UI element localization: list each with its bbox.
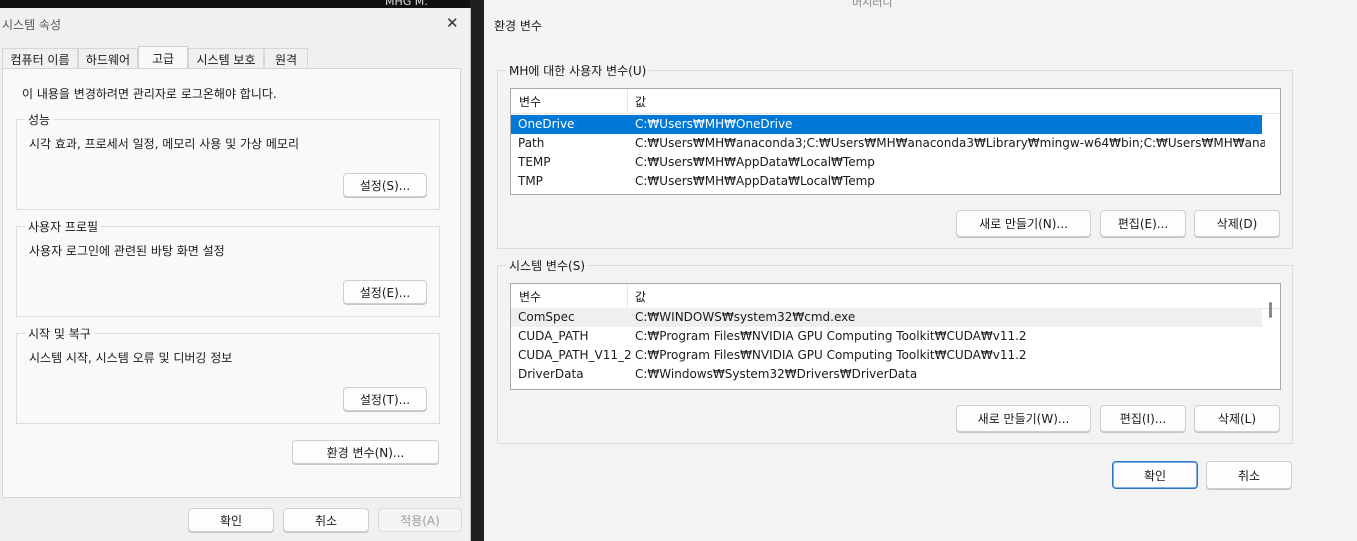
env-dialog-title: 환경 변수 [494, 19, 542, 33]
system-variables-title: 시스템 변수(S) [506, 257, 588, 274]
user-profile-settings-button[interactable]: 설정(E)... [343, 280, 427, 304]
dialog-title: 시스템 속성 [2, 18, 62, 32]
list-header: 변수 값 [511, 89, 1280, 114]
environment-variables-button[interactable]: 환경 변수(N)... [292, 440, 439, 464]
var-name: CUDA_PATH [518, 329, 589, 343]
var-value: C:₩Program Files₩NVIDIA GPU Computing To… [635, 329, 1027, 343]
table-row[interactable]: CUDA_PATH C:₩Program Files₩NVIDIA GPU Co… [511, 327, 1262, 346]
startup-recovery-desc: 시스템 시작, 시스템 오류 및 디버깅 정보 [29, 351, 233, 365]
user-delete-button[interactable]: 삭제(D) [1194, 210, 1280, 237]
col-value-header[interactable]: 값 [635, 93, 646, 110]
startup-settings-button[interactable]: 설정(T)... [343, 387, 427, 411]
user-profile-desc: 사용자 로그인에 관련된 바탕 화면 설정 [29, 244, 225, 258]
user-edit-button[interactable]: 편집(E)... [1100, 210, 1186, 237]
var-value: C:₩Users₩MH₩OneDrive [635, 117, 793, 131]
performance-title: 성능 [25, 111, 54, 128]
system-edit-button[interactable]: 편집(I)... [1100, 405, 1186, 432]
tab-remote[interactable]: 원격 [264, 48, 308, 69]
col-variable-header[interactable]: 변수 [519, 288, 541, 305]
var-value: C:₩Users₩MH₩AppData₩Local₩Temp [635, 155, 875, 169]
var-value: C:₩Users₩MH₩AppData₩Local₩Temp [635, 174, 875, 188]
col-variable-header[interactable]: 변수 [519, 93, 541, 110]
var-value: C:₩Program Files₩NVIDIA GPU Computing To… [635, 348, 1027, 362]
admin-notice: 이 내용을 변경하려면 관리자로 로그온해야 합니다. [22, 87, 277, 101]
env-ok-button[interactable]: 확인 [1112, 461, 1198, 489]
startup-recovery-title: 시작 및 복구 [25, 325, 94, 342]
table-row[interactable]: TMP C:₩Users₩MH₩AppData₩Local₩Temp [511, 172, 1280, 191]
env-cancel-button[interactable]: 취소 [1206, 461, 1292, 489]
table-row[interactable]: OneDrive C:₩Users₩MH₩OneDrive [511, 115, 1262, 134]
var-value: C:₩Users₩MH₩anaconda3;C:₩Users₩MH₩anacon… [635, 136, 1265, 150]
table-row[interactable]: ComSpec C:₩WINDOWS₩system32₩cmd.exe [511, 308, 1262, 327]
list-header: 변수 값 [511, 284, 1280, 309]
table-row[interactable]: TEMP C:₩Users₩MH₩AppData₩Local₩Temp [511, 153, 1280, 172]
var-name: TMP [518, 174, 543, 188]
var-value: C:₩Windows₩System32₩Drivers₩DriverData [635, 367, 918, 381]
var-name: TEMP [518, 155, 551, 169]
var-name: OneDrive [518, 117, 575, 131]
user-new-button[interactable]: 새로 만들기(N)... [956, 210, 1091, 237]
var-name: DriverData [518, 367, 584, 381]
background-text: MHG M. [385, 0, 428, 8]
table-row[interactable]: DriverData C:₩Windows₩System32₩Drivers₩D… [511, 365, 1262, 384]
performance-settings-button[interactable]: 설정(S)... [343, 173, 427, 197]
var-name: CUDA_PATH_V11_2 [518, 348, 632, 362]
dialog-titlebar: 시스템 속성 ✕ [0, 8, 470, 38]
background-right-strip: 머시러니 [484, 0, 1357, 9]
close-icon[interactable]: ✕ [446, 14, 459, 32]
scrollbar-thumb[interactable] [1269, 302, 1272, 318]
user-variables-list[interactable]: 변수 값 OneDrive C:₩Users₩MH₩OneDrive Path … [510, 88, 1281, 195]
var-name: ComSpec [518, 310, 575, 324]
background-top-strip: MHG M. [0, 0, 470, 8]
user-variables-title: MH에 대한 사용자 변수(U) [506, 62, 650, 79]
tab-system-protection[interactable]: 시스템 보호 [188, 48, 264, 69]
background-window [470, 0, 484, 541]
table-row[interactable]: CUDA_PATH_V11_2 C:₩Program Files₩NVIDIA … [511, 346, 1262, 365]
var-name: Path [518, 136, 545, 150]
var-value: C:₩WINDOWS₩system32₩cmd.exe [635, 310, 856, 324]
system-variables-list[interactable]: 변수 값 ComSpec C:₩WINDOWS₩system32₩cmd.exe… [510, 283, 1281, 390]
system-new-button[interactable]: 새로 만들기(W)... [956, 405, 1091, 432]
performance-desc: 시각 효과, 프로세서 일정, 메모리 사용 및 가상 메모리 [29, 137, 299, 151]
system-delete-button[interactable]: 삭제(L) [1194, 405, 1280, 432]
tab-computer-name[interactable]: 컴퓨터 이름 [2, 48, 78, 69]
ok-button[interactable]: 확인 [188, 508, 274, 532]
cancel-button[interactable]: 취소 [283, 508, 369, 532]
table-row[interactable]: Path C:₩Users₩MH₩anaconda3;C:₩Users₩MH₩a… [511, 134, 1280, 153]
tab-advanced[interactable]: 고급 [138, 46, 188, 69]
col-value-header[interactable]: 값 [635, 288, 646, 305]
apply-button[interactable]: 적용(A) [378, 508, 462, 532]
tab-hardware[interactable]: 하드웨어 [78, 48, 138, 69]
user-profile-title: 사용자 프로필 [25, 218, 102, 235]
